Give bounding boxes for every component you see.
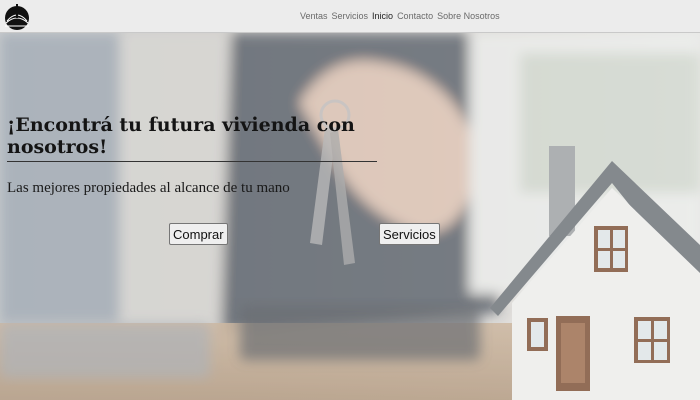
comprar-button[interactable]: Comprar xyxy=(169,223,228,245)
hero-section: ¡Encontrá tu futura vivienda con nosotro… xyxy=(0,33,700,400)
house-logo-icon[interactable] xyxy=(2,1,32,31)
navbar: Ventas Servicios Inicio Contacto Sobre N… xyxy=(0,0,700,33)
hero-subtitle: Las mejores propiedades al alcance de tu… xyxy=(7,180,290,196)
nav-menu: Ventas Servicios Inicio Contacto Sobre N… xyxy=(300,11,500,21)
nav-item-inicio[interactable]: Inicio xyxy=(372,11,393,21)
hero-background-image xyxy=(0,33,700,400)
nav-item-ventas[interactable]: Ventas xyxy=(300,11,328,21)
hero-headline: ¡Encontrá tu futura vivienda con nosotro… xyxy=(7,114,377,162)
nav-item-sobre-nosotros[interactable]: Sobre Nosotros xyxy=(437,11,500,21)
nav-item-servicios[interactable]: Servicios xyxy=(332,11,369,21)
servicios-button[interactable]: Servicios xyxy=(379,223,440,245)
nav-item-contacto[interactable]: Contacto xyxy=(397,11,433,21)
